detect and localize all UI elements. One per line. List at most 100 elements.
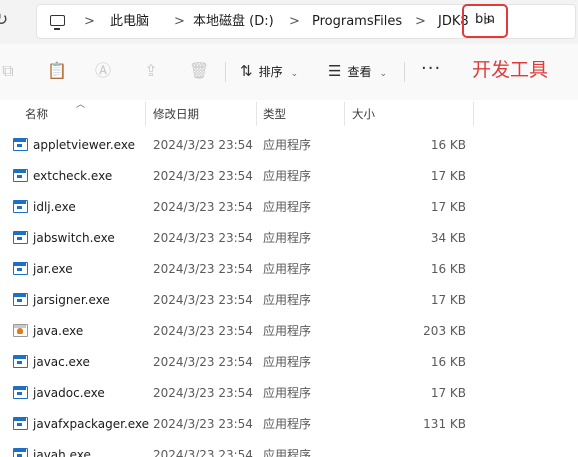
file-type: 应用程序 (263, 262, 312, 276)
file-size: 203 KB (423, 324, 466, 338)
breadcrumb-this-pc[interactable]: 此电脑 (110, 5, 149, 38)
exe-icon (13, 262, 28, 275)
column-divider[interactable] (473, 102, 474, 126)
delete-icon[interactable]: 🗑 (189, 61, 209, 81)
file-date: 2024/3/23 23:54 (153, 200, 253, 214)
file-type: 应用程序 (263, 417, 312, 431)
paste-icon[interactable]: 📋 (47, 61, 67, 81)
file-name[interactable]: idlj.exe (33, 192, 76, 223)
annotation-text: 开发工具 (472, 59, 549, 81)
column-header-name[interactable]: 名称 (25, 100, 48, 128)
file-size: 16 KB (430, 262, 466, 276)
computer-icon[interactable] (50, 15, 65, 30)
sort-icon: ⇅ (240, 62, 253, 80)
breadcrumb-programsfiles[interactable]: ProgramsFiles (312, 5, 402, 38)
file-type: 应用程序 (263, 293, 312, 307)
file-type: 应用程序 (263, 200, 312, 214)
file-date: 2024/3/23 23:54 (153, 324, 253, 338)
exe-icon (13, 169, 28, 182)
file-name[interactable]: javac.exe (33, 347, 90, 378)
file-row[interactable]: jarsigner.exe 2024/3/23 23:54 应用程序 17 KB (0, 285, 578, 316)
file-name[interactable]: appletviewer.exe (33, 130, 135, 161)
file-row[interactable]: appletviewer.exe 2024/3/23 23:54 应用程序 16… (0, 130, 578, 161)
exe-icon (13, 417, 28, 430)
address-bar-row: ↻ > 此电脑 > 本地磁盘 (D:) > ProgramsFiles > JD… (0, 0, 578, 44)
file-name[interactable]: jabswitch.exe (33, 223, 115, 254)
file-name[interactable]: javah.exe (33, 440, 91, 457)
breadcrumb-drive-d[interactable]: 本地磁盘 (D:) (193, 5, 274, 38)
exe-icon (13, 293, 28, 306)
file-date: 2024/3/23 23:54 (153, 262, 253, 276)
file-date: 2024/3/23 23:54 (153, 293, 253, 307)
more-options-button[interactable]: ··· (421, 58, 441, 80)
view-label: 查看 (347, 65, 372, 79)
toolbar-divider (225, 62, 226, 82)
file-name[interactable]: jar.exe (33, 254, 73, 285)
file-date: 2024/3/23 23:54 (153, 417, 253, 431)
breadcrumb-separator[interactable]: > (84, 5, 95, 38)
file-row[interactable]: java.exe 2024/3/23 23:54 应用程序 203 KB (0, 316, 578, 347)
file-name[interactable]: jarsigner.exe (33, 285, 110, 316)
column-header-type[interactable]: 类型 (263, 100, 286, 128)
sort-ascending-icon: ︿ (76, 100, 86, 110)
file-date: 2024/3/23 23:54 (153, 169, 253, 183)
chevron-down-icon: ⌄ (290, 69, 299, 79)
file-type: 应用程序 (263, 386, 312, 400)
file-row[interactable]: jar.exe 2024/3/23 23:54 应用程序 16 KB (0, 254, 578, 285)
file-name[interactable]: extcheck.exe (33, 161, 112, 192)
rename-icon[interactable]: Ⓐ (93, 61, 113, 81)
java-icon (13, 324, 28, 337)
sort-button[interactable]: ⇅ 排序 ⌄ (240, 60, 298, 82)
file-date: 2024/3/23 23:54 (153, 138, 253, 152)
exe-icon (13, 231, 28, 244)
file-name[interactable]: javadoc.exe (33, 378, 105, 409)
file-type: 应用程序 (263, 324, 312, 338)
file-row[interactable]: jabswitch.exe 2024/3/23 23:54 应用程序 34 KB (0, 223, 578, 254)
breadcrumb-separator[interactable]: > (415, 5, 426, 38)
file-type: 应用程序 (263, 448, 312, 457)
column-header-row: ︿ 名称 修改日期 类型 大小 (0, 100, 578, 128)
column-divider[interactable] (256, 102, 257, 126)
file-size: 16 KB (430, 355, 466, 369)
file-name[interactable]: javafxpackager.exe (33, 409, 149, 440)
file-name[interactable]: java.exe (33, 316, 83, 347)
file-date: 2024/3/23 23:54 (153, 448, 253, 457)
command-bar: ⧉ 📋 Ⓐ ⇪ 🗑 ⇅ 排序 ⌄ ☰ 查看 ⌄ ··· 开发工具 (0, 44, 578, 100)
refresh-icon[interactable]: ↻ (0, 10, 10, 30)
file-row[interactable]: javac.exe 2024/3/23 23:54 应用程序 16 KB (0, 347, 578, 378)
view-icon: ☰ (328, 62, 342, 80)
chevron-down-icon: ⌄ (379, 69, 388, 79)
file-size: 16 KB (430, 138, 466, 152)
breadcrumb-bin-highlighted[interactable]: bin (462, 4, 508, 38)
column-header-date[interactable]: 修改日期 (153, 100, 199, 128)
exe-icon (13, 138, 28, 151)
file-row[interactable]: javah.exe 2024/3/23 23:54 应用程序 (0, 440, 578, 457)
file-type: 应用程序 (263, 169, 312, 183)
file-row[interactable]: javafxpackager.exe 2024/3/23 23:54 应用程序 … (0, 409, 578, 440)
file-size: 17 KB (430, 200, 466, 214)
share-icon[interactable]: ⇪ (141, 61, 161, 81)
file-row[interactable]: idlj.exe 2024/3/23 23:54 应用程序 17 KB (0, 192, 578, 223)
column-divider[interactable] (145, 102, 146, 126)
breadcrumb-separator[interactable]: > (289, 5, 300, 38)
breadcrumb-separator[interactable]: > (174, 5, 185, 38)
exe-icon (13, 355, 28, 368)
view-button[interactable]: ☰ 查看 ⌄ (328, 60, 387, 82)
column-divider[interactable] (344, 102, 345, 126)
file-row[interactable]: javadoc.exe 2024/3/23 23:54 应用程序 17 KB (0, 378, 578, 409)
exe-icon (13, 200, 28, 213)
file-size: 17 KB (430, 293, 466, 307)
file-type: 应用程序 (263, 355, 312, 369)
file-row[interactable]: extcheck.exe 2024/3/23 23:54 应用程序 17 KB (0, 161, 578, 192)
copy-icon[interactable]: ⧉ (0, 61, 18, 81)
file-size: 131 KB (423, 417, 466, 431)
sort-label: 排序 (258, 65, 283, 79)
file-size: 17 KB (430, 386, 466, 400)
file-type: 应用程序 (263, 138, 312, 152)
file-date: 2024/3/23 23:54 (153, 355, 253, 369)
file-type: 应用程序 (263, 231, 312, 245)
column-header-size[interactable]: 大小 (352, 100, 375, 128)
file-date: 2024/3/23 23:54 (153, 386, 253, 400)
file-size: 34 KB (430, 231, 466, 245)
file-size: 17 KB (430, 169, 466, 183)
